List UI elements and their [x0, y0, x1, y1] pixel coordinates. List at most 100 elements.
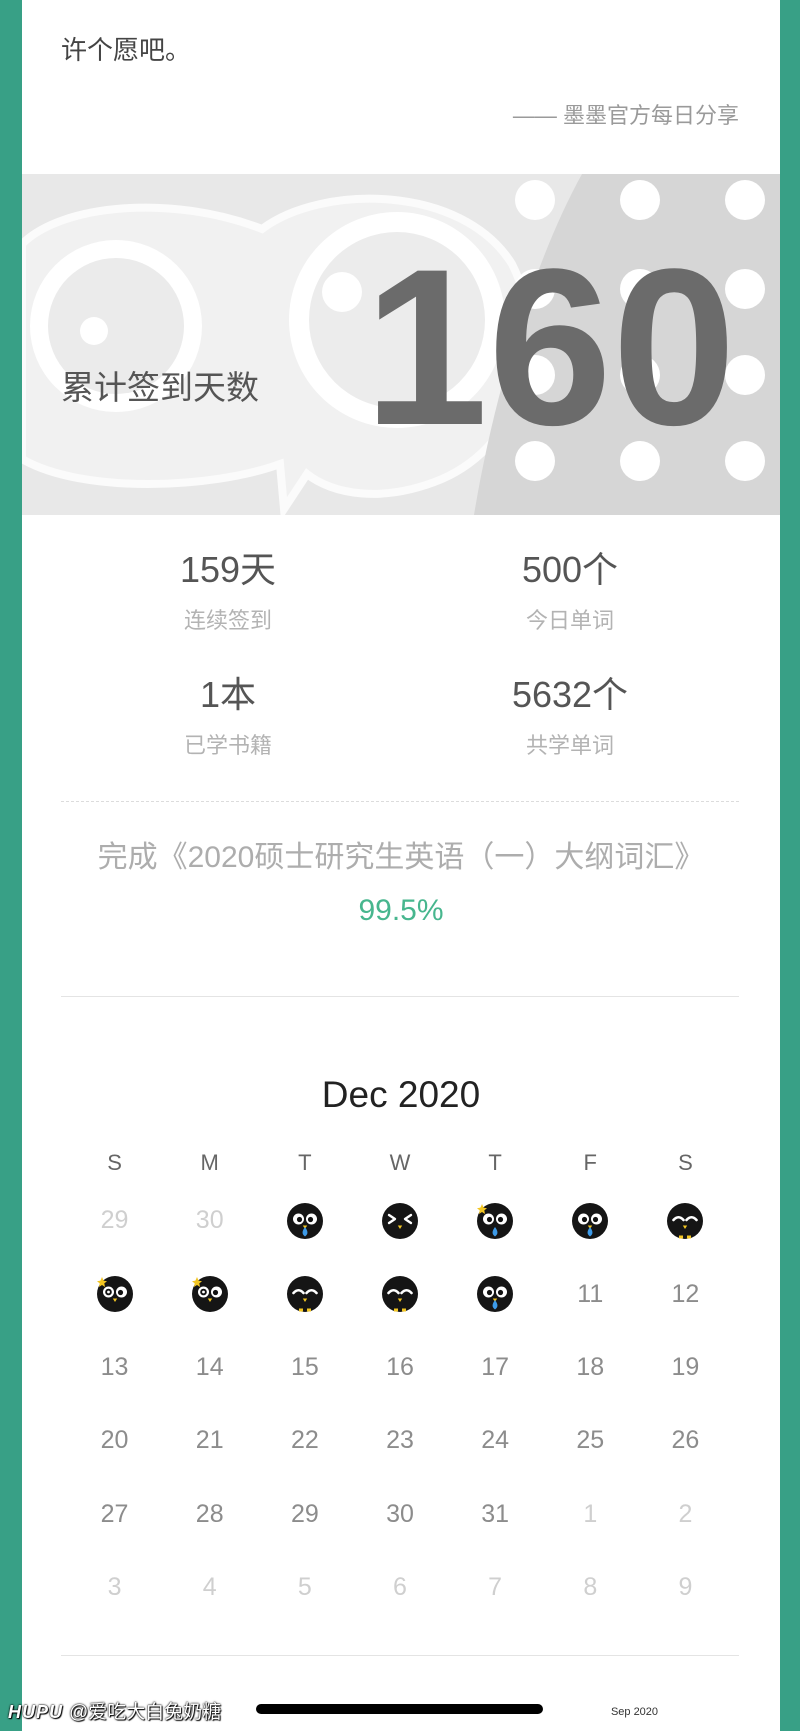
- total-checkin-label: 累计签到天数: [61, 369, 259, 406]
- calendar-day[interactable]: 23: [352, 1404, 447, 1477]
- calendar-day[interactable]: 9: [638, 1551, 733, 1624]
- weekday-label: W: [389, 1150, 411, 1175]
- calendar-day[interactable]: 8: [543, 1551, 638, 1624]
- calendar-day-checked[interactable]: [352, 1184, 447, 1257]
- day-number: 2: [678, 1499, 693, 1528]
- day-number: 3: [107, 1573, 122, 1602]
- weekday-label: F: [583, 1150, 597, 1175]
- stat-value: 1本: [199, 674, 257, 715]
- owl-sparkle-wink-icon: [191, 1275, 229, 1313]
- calendar-day[interactable]: 16: [352, 1331, 447, 1404]
- owl-squint-icon: [381, 1202, 419, 1240]
- watermark-brand: HUPU: [8, 1702, 64, 1722]
- calendar-day-checked[interactable]: [448, 1257, 543, 1330]
- owl-sparkle-wink-icon: [96, 1275, 134, 1313]
- day-number: 31: [481, 1499, 510, 1528]
- day-number: 25: [576, 1426, 605, 1455]
- calendar-day[interactable]: 6: [352, 1551, 447, 1624]
- calendar-day[interactable]: 29: [67, 1184, 162, 1257]
- day-number: 21: [195, 1426, 224, 1455]
- calendar-day[interactable]: 2: [638, 1478, 733, 1551]
- calendar-day-checked[interactable]: [543, 1184, 638, 1257]
- section-divider: [61, 996, 739, 997]
- stat-value: 500个: [521, 549, 619, 590]
- calendar-day[interactable]: 3: [67, 1551, 162, 1624]
- calendar-day[interactable]: 30: [352, 1478, 447, 1551]
- day-number: 7: [488, 1573, 503, 1602]
- calendar-grid: 29 30 11 12 13 14 15 16 17 18 19 20 21 22 23 24 25 26 27 28…: [67, 1184, 733, 1624]
- stat-value: 5632个: [511, 674, 629, 715]
- calendar-day[interactable]: 21: [162, 1404, 257, 1477]
- watermark-user: @爱吃大白兔奶糖: [69, 1702, 222, 1723]
- quote-source: —— 墨墨官方每日分享: [512, 103, 739, 128]
- calendar-day[interactable]: 24: [448, 1404, 543, 1477]
- calendar-day[interactable]: 27: [67, 1478, 162, 1551]
- owl-drool-icon: [571, 1202, 609, 1240]
- day-number: 30: [386, 1499, 414, 1528]
- calendar-day[interactable]: 25: [543, 1404, 638, 1477]
- stat-books: 1本 已学书籍: [78, 673, 378, 760]
- calendar-day[interactable]: 28: [162, 1478, 257, 1551]
- calendar-day[interactable]: 20: [67, 1404, 162, 1477]
- weekday-label: S: [107, 1150, 122, 1175]
- stat-label: 共学单词: [525, 733, 614, 758]
- checkin-share-card: 许个愿吧。 —— 墨墨官方每日分享 累计签到天数 160 159天 连续签到 5…: [22, 0, 780, 1731]
- calendar-day-checked[interactable]: [67, 1257, 162, 1330]
- total-checkin-banner: 累计签到天数 160: [22, 174, 780, 515]
- calendar-day[interactable]: 15: [257, 1331, 352, 1404]
- home-indicator[interactable]: [256, 1704, 543, 1714]
- calendar-day-checked[interactable]: [162, 1257, 257, 1330]
- day-number: 18: [576, 1352, 605, 1381]
- stat-streak: 159天 连续签到: [78, 548, 378, 635]
- owl-drool-icon: [476, 1275, 514, 1313]
- stat-total-words: 5632个 共学单词: [420, 673, 720, 760]
- calendar-day-checked[interactable]: [257, 1257, 352, 1330]
- day-number: 14: [195, 1352, 224, 1381]
- calendar-day[interactable]: 22: [257, 1404, 352, 1477]
- day-number: 30: [195, 1206, 224, 1235]
- calendar-weekday-header: SMTWTFS: [67, 1149, 733, 1177]
- day-number: 5: [297, 1573, 312, 1602]
- calendar-day-checked[interactable]: [352, 1257, 447, 1330]
- calendar-day[interactable]: 14: [162, 1331, 257, 1404]
- calendar-day[interactable]: 18: [543, 1331, 638, 1404]
- calendar-day[interactable]: 19: [638, 1331, 733, 1404]
- calendar-day[interactable]: 17: [448, 1331, 543, 1404]
- day-number: 12: [671, 1279, 700, 1308]
- total-checkin-days: 160: [364, 223, 737, 472]
- owl-sleepy-icon: [666, 1202, 704, 1240]
- calendar-day[interactable]: 7: [448, 1551, 543, 1624]
- calendar-day-checked[interactable]: [448, 1184, 543, 1257]
- calendar-day[interactable]: 11: [543, 1257, 638, 1330]
- day-number: 11: [577, 1279, 604, 1308]
- owl-drool-icon: [286, 1202, 324, 1240]
- stat-value: 159天: [179, 549, 277, 590]
- calendar-day[interactable]: 13: [67, 1331, 162, 1404]
- mini-month-label: Sep 2020: [610, 1706, 659, 1718]
- owl-sleepy-icon: [381, 1275, 419, 1313]
- calendar-day[interactable]: 4: [162, 1551, 257, 1624]
- day-number: 6: [393, 1573, 407, 1602]
- stat-label: 连续签到: [183, 608, 272, 633]
- stat-today-words: 500个 今日单词: [420, 548, 720, 635]
- calendar-day[interactable]: 31: [448, 1478, 543, 1551]
- calendar-day[interactable]: 12: [638, 1257, 733, 1330]
- day-number: 9: [678, 1573, 693, 1602]
- day-number: 29: [290, 1499, 319, 1528]
- dashed-divider: [61, 801, 739, 802]
- day-number: 20: [100, 1426, 129, 1455]
- day-number: 8: [583, 1573, 598, 1602]
- calendar-day[interactable]: 26: [638, 1404, 733, 1477]
- book-progress-title: 完成《2020硕士研究生英语（一）大纲词汇》: [97, 841, 705, 874]
- day-number: 13: [100, 1352, 129, 1381]
- calendar-day[interactable]: 29: [257, 1478, 352, 1551]
- calendar-day-checked[interactable]: [257, 1184, 352, 1257]
- calendar-day-checked[interactable]: [638, 1184, 733, 1257]
- owl-sleepy-icon: [286, 1275, 324, 1313]
- calendar-day[interactable]: 1: [543, 1478, 638, 1551]
- day-number: 28: [195, 1499, 224, 1528]
- calendar-day[interactable]: 30: [162, 1184, 257, 1257]
- calendar-day[interactable]: 5: [257, 1551, 352, 1624]
- day-number: 24: [481, 1426, 510, 1455]
- day-number: 23: [386, 1426, 414, 1455]
